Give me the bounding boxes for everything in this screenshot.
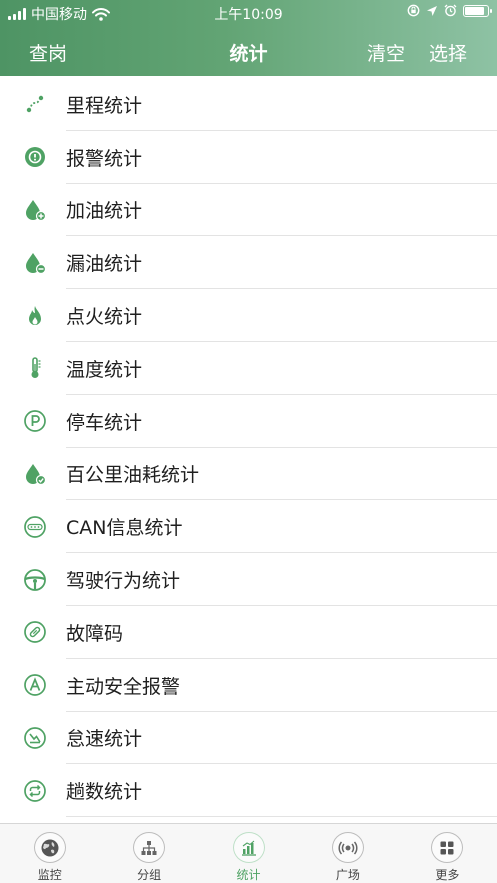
list-item-label: 里程统计 xyxy=(66,94,143,117)
more-grid-icon xyxy=(431,832,464,863)
parking-icon xyxy=(23,409,47,433)
list-item-label: 点火统计 xyxy=(66,306,143,329)
alarm-icon xyxy=(23,145,47,169)
fuel-consumption-icon xyxy=(23,462,47,486)
check-post-button[interactable]: 查岗 xyxy=(29,39,67,66)
battery-icon xyxy=(463,4,492,17)
tab-square[interactable]: 广场 xyxy=(298,824,397,883)
tab-label: 分组 xyxy=(137,868,162,882)
clear-button[interactable]: 清空 xyxy=(367,39,405,66)
tab-label: 广场 xyxy=(335,868,360,882)
list-item-label: 漏油统计 xyxy=(66,253,143,276)
list-item-fuel-consumption[interactable]: 百公里油耗统计 xyxy=(0,448,497,501)
fault-code-icon xyxy=(23,620,47,644)
globe-icon xyxy=(33,832,66,863)
list-item-idle-speed[interactable]: 怠速统计 xyxy=(0,712,497,765)
tab-label: 统计 xyxy=(236,868,261,882)
rotation-lock-icon xyxy=(407,4,420,17)
list-item-label: 驾驶行为统计 xyxy=(66,570,181,593)
trips-icon xyxy=(23,779,47,803)
list-item-fuel-leak[interactable]: 漏油统计 xyxy=(0,236,497,289)
location-icon xyxy=(427,5,437,16)
tab-monitor[interactable]: 监控 xyxy=(0,824,99,883)
list-item-label: 主动安全报警 xyxy=(66,675,181,698)
list-item-can-info[interactable]: CAN信息统计 xyxy=(0,500,497,553)
fuel-leak-icon xyxy=(23,251,47,275)
list-item-active-safety[interactable]: 主动安全报警 xyxy=(0,659,497,712)
active-safety-icon xyxy=(23,673,47,697)
list-item-trips[interactable]: 趟数统计 xyxy=(0,764,497,817)
flame-icon xyxy=(23,304,47,328)
nav-actions: 清空 选择 xyxy=(367,39,467,66)
list-item-alarm[interactable]: 报警统计 xyxy=(0,131,497,184)
list-item-label: CAN信息统计 xyxy=(66,517,183,540)
thermometer-icon xyxy=(23,356,47,380)
list-item-driving-behavior[interactable]: 驾驶行为统计 xyxy=(0,553,497,606)
steering-wheel-icon xyxy=(23,568,47,592)
list-item-refuel[interactable]: 加油统计 xyxy=(0,184,497,237)
status-right xyxy=(407,4,492,17)
broadcast-icon xyxy=(331,832,364,863)
nav-bar: 查岗 统计 清空 选择 xyxy=(0,26,497,76)
list-item-mileage[interactable]: 里程统计 xyxy=(0,78,497,131)
fuel-add-icon xyxy=(23,198,47,222)
tab-bar: 监控 分组 统计 广场 更多 xyxy=(0,823,497,883)
statistics-icon xyxy=(232,832,265,863)
list-item-label: 趟数统计 xyxy=(66,781,143,804)
alarm-clock-icon xyxy=(444,4,457,17)
list-item-label: 加油统计 xyxy=(66,200,143,223)
idle-speed-icon xyxy=(23,726,47,750)
list-item-parking[interactable]: 停车统计 xyxy=(0,395,497,448)
list-item-label: 温度统计 xyxy=(66,358,143,381)
route-icon xyxy=(23,92,47,116)
statistics-list: 里程统计 报警统计 加油统计 漏油统计 点火统计 温度统计 停车统计 百公里油耗… xyxy=(0,78,497,817)
header: 中国移动 上午10:09 查岗 统计 清空 选择 xyxy=(0,0,497,76)
status-bar: 中国移动 上午10:09 xyxy=(0,0,497,26)
tab-group[interactable]: 分组 xyxy=(99,824,198,883)
tab-statistics[interactable]: 统计 xyxy=(199,824,298,883)
list-item-ignition[interactable]: 点火统计 xyxy=(0,289,497,342)
list-item-fault-code[interactable]: 故障码 xyxy=(0,606,497,659)
tab-label: 更多 xyxy=(435,868,460,882)
tab-label: 监控 xyxy=(37,868,62,882)
list-item-label: 百公里油耗统计 xyxy=(66,464,200,487)
list-item-label: 怠速统计 xyxy=(66,728,143,751)
list-item-label: 故障码 xyxy=(66,622,124,645)
list-item-label: 报警统计 xyxy=(66,147,143,170)
list-item-label: 停车统计 xyxy=(66,411,143,434)
select-button[interactable]: 选择 xyxy=(429,39,467,66)
list-item-temperature[interactable]: 温度统计 xyxy=(0,342,497,395)
tab-more[interactable]: 更多 xyxy=(398,824,497,883)
obd-icon xyxy=(23,515,47,539)
group-icon xyxy=(133,832,166,863)
